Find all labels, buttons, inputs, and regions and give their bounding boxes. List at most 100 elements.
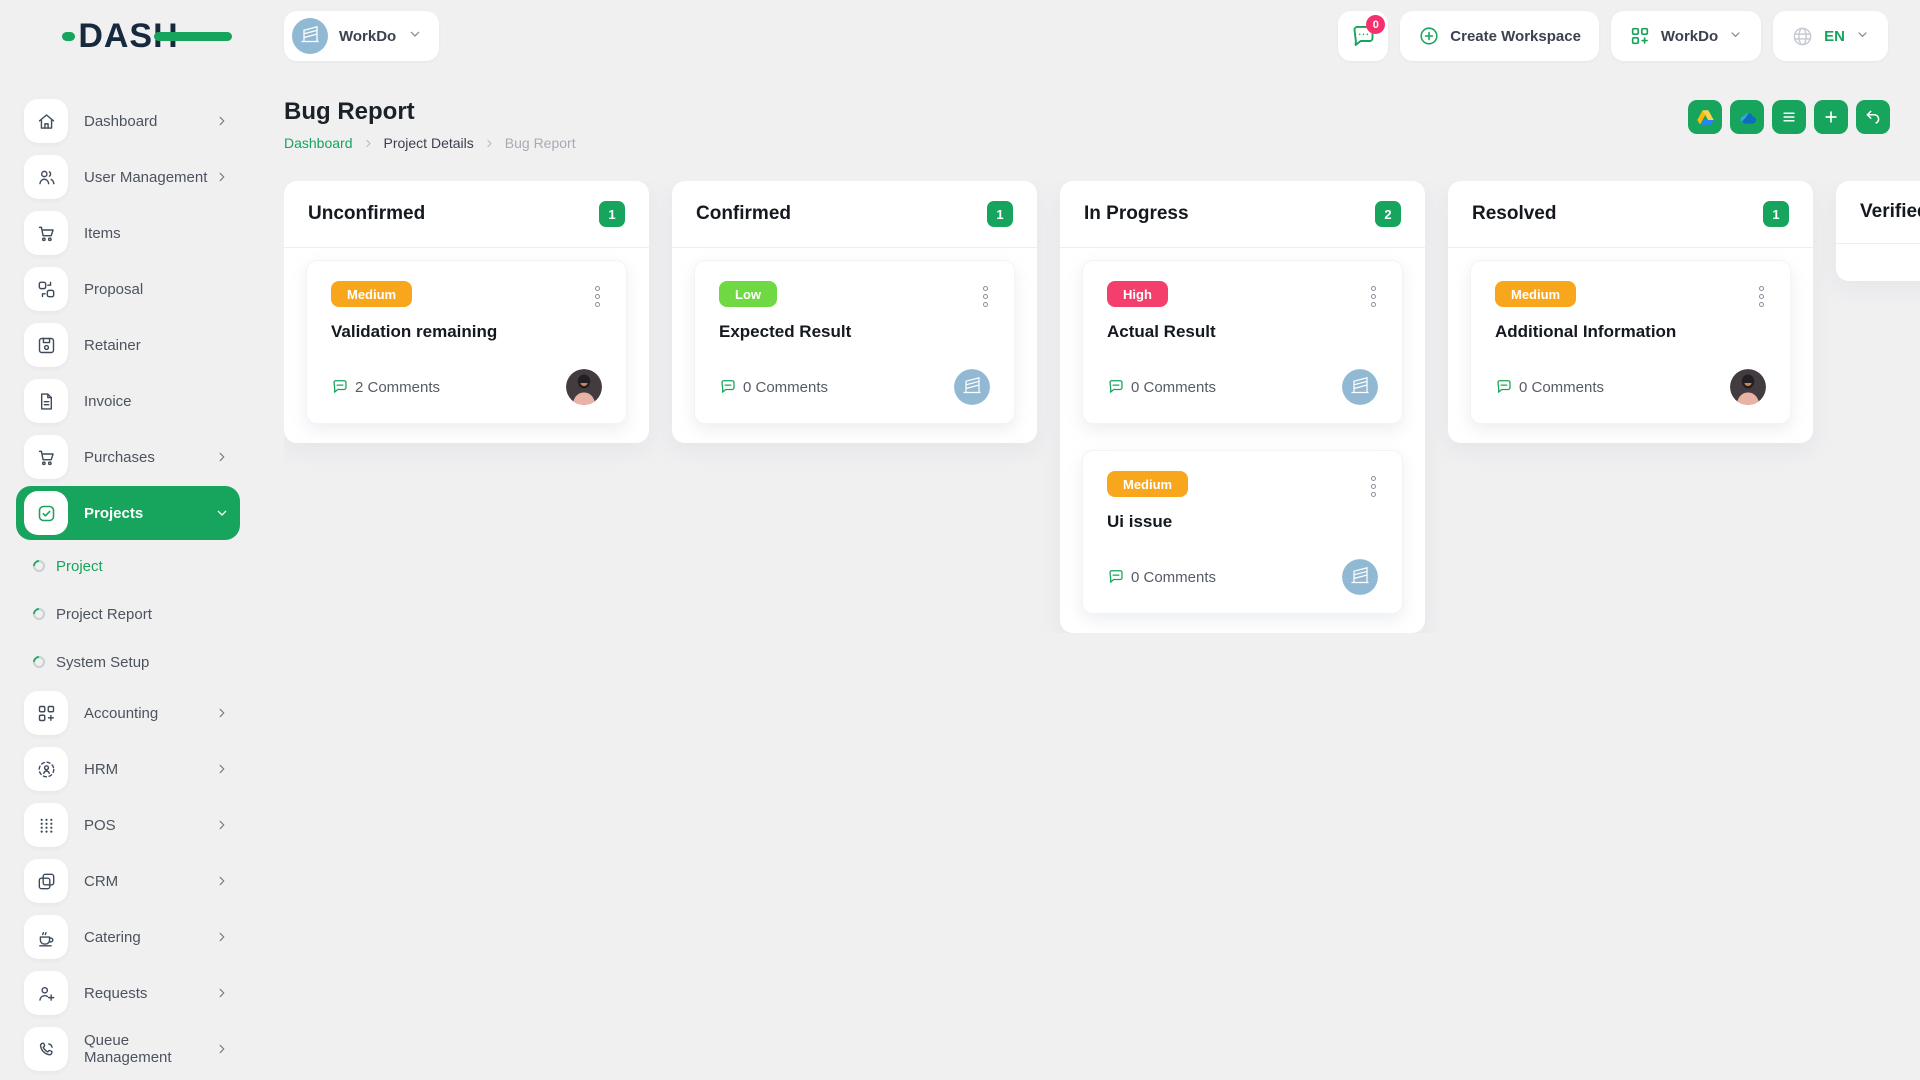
comment-icon (719, 378, 737, 396)
chevron-right-icon (214, 449, 230, 465)
list-view-button[interactable] (1772, 100, 1806, 134)
sidebar: Dashboard User Management Items Proposal (0, 72, 257, 1078)
sidebar-item-items[interactable]: Items (16, 206, 240, 260)
breadcrumb-dashboard-link[interactable]: Dashboard (284, 135, 353, 151)
chevron-right-icon (214, 169, 230, 185)
workspace-menu-label: WorkDo (1661, 28, 1718, 45)
file-icon (24, 379, 68, 423)
card-menu-button[interactable] (1365, 471, 1378, 497)
task-card[interactable]: High Actual Result 0 Comments (1082, 260, 1403, 424)
sidebar-subitem-system-setup[interactable]: System Setup (16, 638, 240, 686)
sidebar-subitem-project[interactable]: Project (16, 542, 240, 590)
cart-icon (24, 211, 68, 255)
comments-count: 0 Comments (719, 378, 828, 396)
sidebar-item-projects[interactable]: Projects (16, 486, 240, 540)
swap-boxes-icon (24, 267, 68, 311)
column-body: Medium Validation remaining 2 Comments (284, 248, 649, 443)
chevron-right-icon (214, 705, 230, 721)
coffee-cup-icon (24, 915, 68, 959)
add-button[interactable] (1814, 100, 1848, 134)
globe-icon (1791, 25, 1814, 48)
notification-badge: 0 (1366, 15, 1385, 34)
comment-icon (1107, 568, 1125, 586)
plus-icon (1822, 108, 1840, 126)
comments-count: 2 Comments (331, 378, 440, 396)
bullet-ring-icon (31, 654, 48, 671)
task-card[interactable]: Low Expected Result 0 Comments (694, 260, 1015, 424)
column-header: Verified (1836, 181, 1920, 244)
page-header: Bug Report Dashboard Project Details Bug… (284, 98, 1920, 151)
sidebar-item-hrm[interactable]: HRM (16, 742, 240, 796)
sidebar-item-purchases[interactable]: Purchases (16, 430, 240, 484)
card-title: Additional Information (1495, 322, 1766, 342)
chevron-right-icon (214, 817, 230, 833)
chevron-right-icon (362, 137, 375, 150)
sidebar-item-invoice[interactable]: Invoice (16, 374, 240, 428)
user-focus-icon (24, 747, 68, 791)
back-button[interactable] (1856, 100, 1890, 134)
card-menu-button[interactable] (1365, 281, 1378, 307)
sidebar-item-pos[interactable]: POS (16, 798, 240, 852)
breadcrumb-current: Bug Report (505, 135, 576, 151)
card-title: Ui issue (1107, 512, 1378, 532)
main-content: Bug Report Dashboard Project Details Bug… (257, 72, 1920, 633)
workspace-menu-button[interactable]: WorkDo (1611, 11, 1761, 61)
priority-badge: High (1107, 281, 1168, 307)
plus-circle-icon (1418, 25, 1440, 47)
column-confirmed: Confirmed 1 Low Expected Result 0 (672, 181, 1037, 443)
create-workspace-button[interactable]: Create Workspace (1400, 11, 1599, 61)
google-drive-icon (1696, 108, 1715, 127)
card-menu-button[interactable] (1753, 281, 1766, 307)
sidebar-item-queue-management[interactable]: Queue Management (16, 1022, 240, 1076)
google-drive-button[interactable] (1688, 100, 1722, 134)
task-card[interactable]: Medium Additional Information 0 Comments (1470, 260, 1791, 424)
chevron-down-icon (214, 505, 230, 521)
sidebar-item-retainer[interactable]: Retainer (16, 318, 240, 372)
app-logo[interactable]: DASH (78, 16, 178, 56)
cart-icon (24, 435, 68, 479)
workspace-logo-avatar (1342, 559, 1378, 595)
grid-plus-icon (1629, 25, 1651, 47)
comment-icon (1107, 378, 1125, 396)
column-header: Confirmed 1 (672, 181, 1037, 248)
column-count-badge: 2 (1375, 201, 1401, 227)
column-verified: Verified (1836, 181, 1920, 281)
sidebar-item-user-management[interactable]: User Management (16, 150, 240, 204)
sidebar-item-crm[interactable]: CRM (16, 854, 240, 908)
task-card[interactable]: Medium Ui issue 0 Comments (1082, 450, 1403, 614)
breadcrumb: Dashboard Project Details Bug Report (284, 135, 576, 151)
sidebar-item-proposal[interactable]: Proposal (16, 262, 240, 316)
workspace-selector[interactable]: WorkDo (284, 11, 439, 61)
column-body (1836, 244, 1920, 281)
workspace-avatar (292, 18, 328, 54)
chevron-right-icon (214, 873, 230, 889)
column-title: Unconfirmed (308, 203, 425, 225)
check-square-icon (24, 491, 68, 535)
card-menu-button[interactable] (977, 281, 990, 307)
topbar: DASH WorkDo 0 (0, 0, 1920, 72)
chevron-right-icon (483, 137, 496, 150)
breadcrumb-project-details-link[interactable]: Project Details (384, 135, 474, 151)
card-menu-button[interactable] (589, 281, 602, 307)
sidebar-item-catering[interactable]: Catering (16, 910, 240, 964)
sidebar-item-dashboard[interactable]: Dashboard (16, 94, 240, 148)
column-header: Resolved 1 (1448, 181, 1813, 248)
messages-button[interactable]: 0 (1338, 11, 1388, 61)
task-card[interactable]: Medium Validation remaining 2 Comments (306, 260, 627, 424)
comments-count: 0 Comments (1495, 378, 1604, 396)
card-title: Validation remaining (331, 322, 602, 342)
sidebar-subitem-project-report[interactable]: Project Report (16, 590, 240, 638)
user-plus-icon (24, 971, 68, 1015)
onedrive-button[interactable] (1730, 100, 1764, 134)
sidebar-item-requests[interactable]: Requests (16, 966, 240, 1020)
column-header: In Progress 2 (1060, 181, 1425, 248)
column-title: Confirmed (696, 203, 791, 225)
comments-count: 0 Comments (1107, 568, 1216, 586)
column-body: High Actual Result 0 Comments (1060, 248, 1425, 633)
priority-badge: Medium (1495, 281, 1576, 307)
sidebar-item-accounting[interactable]: Accounting (16, 686, 240, 740)
workspace-logo-avatar (1342, 369, 1378, 405)
language-selector[interactable]: EN (1773, 11, 1888, 61)
chevron-down-icon (407, 26, 423, 47)
users-icon (24, 155, 68, 199)
